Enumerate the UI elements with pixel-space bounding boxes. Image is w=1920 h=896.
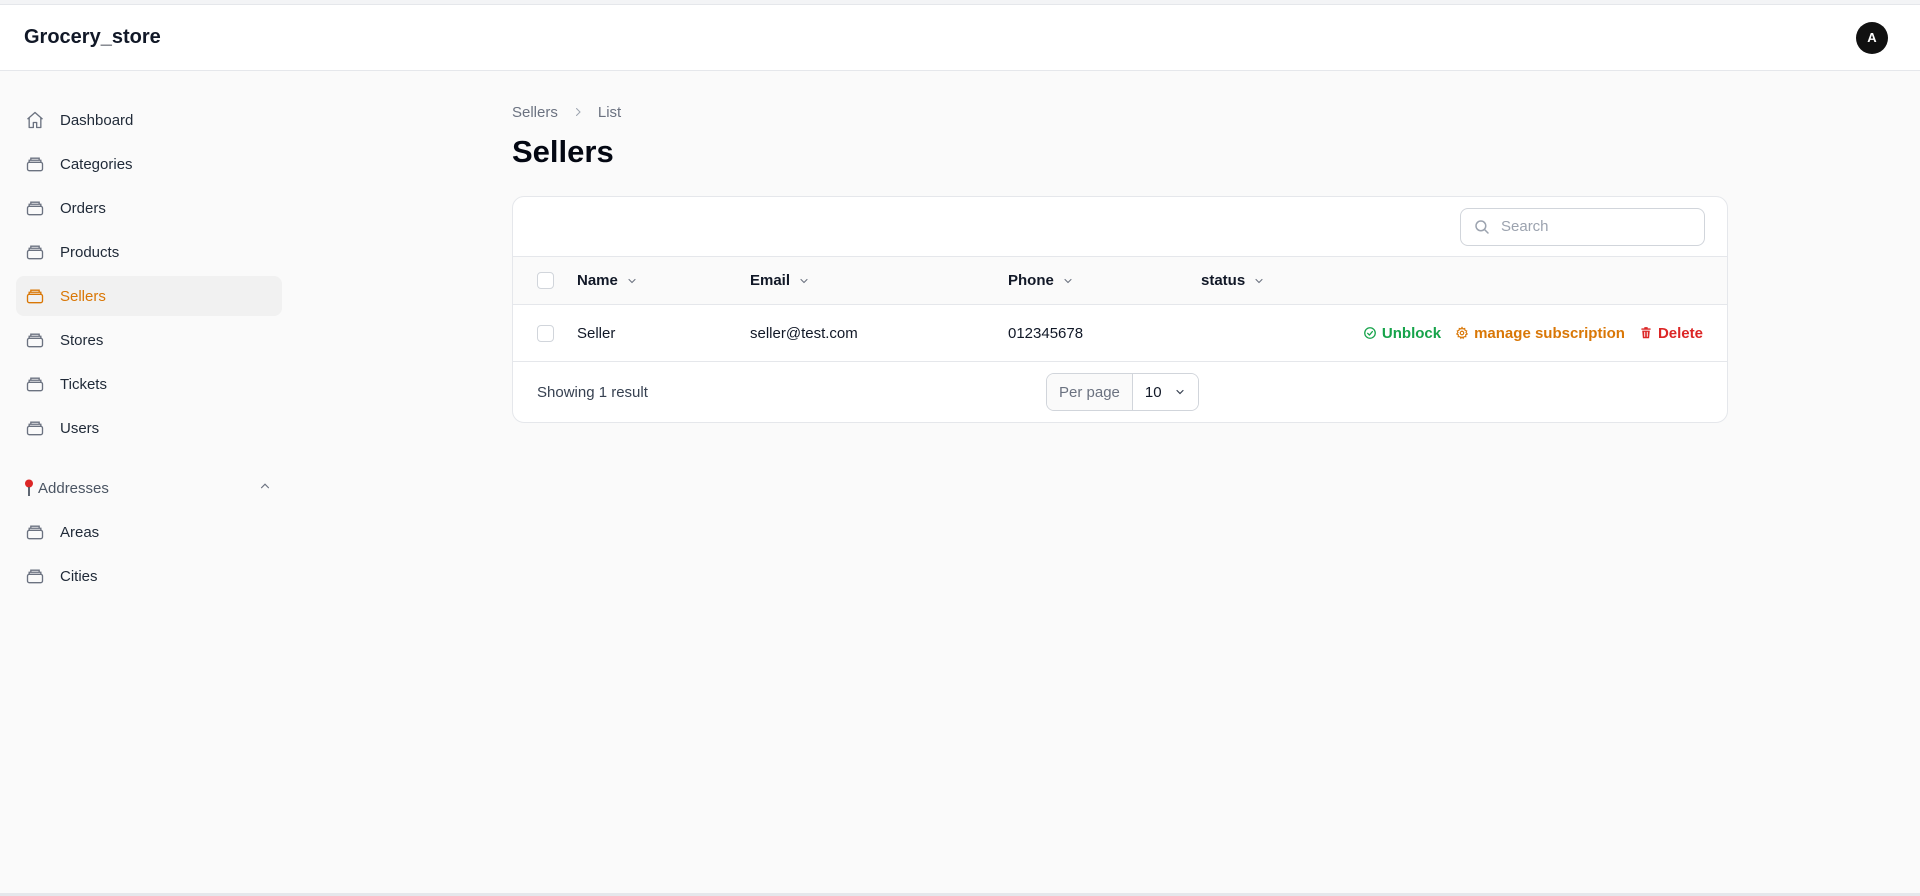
search-icon xyxy=(1475,219,1489,234)
stack-icon xyxy=(24,285,46,307)
table-toolbar xyxy=(513,197,1727,257)
stack-icon xyxy=(24,417,46,439)
sidebar-item-label: Orders xyxy=(60,199,106,217)
sidebar-item-dashboard[interactable]: Dashboard xyxy=(16,100,282,140)
chevron-down-icon xyxy=(800,278,808,283)
column-label: Email xyxy=(750,272,791,289)
chevron-down-icon xyxy=(628,278,636,283)
chevron-down-icon xyxy=(1255,278,1263,283)
results-count: Showing 1 result xyxy=(537,383,648,401)
sellers-table-card: Name Email Phone status Seller seller@te… xyxy=(512,196,1728,423)
breadcrumb-link-sellers[interactable]: Sellers xyxy=(512,104,558,121)
chevron-down-icon xyxy=(1064,278,1072,283)
sidebar-item-products[interactable]: Products xyxy=(16,232,282,272)
delete-label: Delete xyxy=(1657,324,1703,342)
column-header-email[interactable]: Email xyxy=(750,272,810,289)
cell-email: seller@test.com xyxy=(750,324,858,342)
column-header-phone[interactable]: Phone xyxy=(1008,272,1074,289)
table-header: Name Email Phone status xyxy=(513,257,1727,305)
sidebar-group-header: Addresses xyxy=(24,479,109,497)
table-footer: Showing 1 result Per page 10 xyxy=(513,362,1727,422)
sidebar-item-tickets[interactable]: Tickets xyxy=(16,364,282,404)
stack-icon xyxy=(24,329,46,351)
delete-button[interactable]: Delete xyxy=(1639,325,1703,342)
sidebar: Dashboard Categories Orders Products Sel… xyxy=(16,100,282,600)
search-box[interactable] xyxy=(1460,207,1705,246)
sidebar-group-addresses[interactable]: Addresses xyxy=(16,468,282,508)
unblock-button[interactable]: Unblock xyxy=(1363,325,1441,342)
breadcrumb-current: List xyxy=(597,103,622,121)
stack-icon xyxy=(24,565,46,587)
search-input[interactable] xyxy=(1501,218,1691,235)
gear-icon xyxy=(1456,326,1469,340)
sidebar-item-cities[interactable]: Cities xyxy=(16,556,282,596)
sidebar-item-label: Tickets xyxy=(60,375,107,393)
breadcrumb: Sellers List xyxy=(512,100,1728,124)
sidebar-item-label: Cities xyxy=(60,567,98,585)
row-checkbox[interactable] xyxy=(537,324,554,342)
main-content: Sellers List Sellers Name Email Phone xyxy=(512,100,1728,423)
sidebar-item-label: Categories xyxy=(60,155,133,173)
unblock-label: Unblock xyxy=(1381,324,1442,342)
table-row: Seller seller@test.com 012345678 Unblock… xyxy=(513,305,1727,362)
column-label: Name xyxy=(577,272,618,289)
manage-subscription-label: manage subscription xyxy=(1474,324,1625,342)
per-page-value: 10 xyxy=(1144,383,1162,401)
cell-phone: 012345678 xyxy=(1008,324,1084,342)
pushpin-icon xyxy=(24,479,34,497)
top-bar: Grocery_store A xyxy=(0,5,1920,71)
stack-icon xyxy=(24,197,46,219)
chevron-right-icon xyxy=(572,106,584,118)
column-label: status xyxy=(1201,272,1246,289)
stack-icon xyxy=(24,373,46,395)
column-label: Phone xyxy=(1008,272,1054,289)
manage-subscription-button[interactable]: manage subscription xyxy=(1455,325,1625,342)
sidebar-item-orders[interactable]: Orders xyxy=(16,188,282,228)
trash-icon xyxy=(1641,327,1651,339)
cell-name: Seller xyxy=(577,324,616,342)
sidebar-item-categories[interactable]: Categories xyxy=(16,144,282,184)
sidebar-item-users[interactable]: Users xyxy=(16,408,282,448)
sidebar-item-label: Stores xyxy=(60,331,104,349)
app-brand[interactable]: Grocery_store xyxy=(24,26,161,49)
sidebar-item-label: Dashboard xyxy=(60,111,134,129)
sidebar-group-label: Addresses xyxy=(38,479,109,497)
page-title: Sellers xyxy=(512,134,614,169)
column-header-status[interactable]: status xyxy=(1201,272,1265,289)
stack-icon xyxy=(24,521,46,543)
chevron-down-icon xyxy=(1175,389,1184,395)
chevron-up-icon[interactable] xyxy=(258,479,272,497)
sidebar-item-label: Products xyxy=(60,243,120,261)
per-page-control: Per page 10 xyxy=(1046,373,1199,411)
select-all-checkbox[interactable] xyxy=(537,272,554,289)
sidebar-item-label: Users xyxy=(60,419,100,437)
stack-icon xyxy=(24,241,46,263)
row-actions: Unblock manage subscription Delete xyxy=(1349,325,1703,342)
per-page-label: Per page xyxy=(1047,374,1133,410)
sidebar-item-sellers[interactable]: Sellers xyxy=(16,276,282,316)
home-icon xyxy=(24,109,46,131)
sidebar-item-label: Sellers xyxy=(60,287,106,305)
column-header-name[interactable]: Name xyxy=(577,272,638,289)
check-circle-icon xyxy=(1364,327,1376,339)
sidebar-item-stores[interactable]: Stores xyxy=(16,320,282,360)
sidebar-item-label: Areas xyxy=(60,523,100,541)
stack-icon xyxy=(24,153,46,175)
per-page-select[interactable]: 10 xyxy=(1132,374,1198,410)
sidebar-item-areas[interactable]: Areas xyxy=(16,512,282,552)
user-avatar[interactable]: A xyxy=(1856,21,1888,54)
